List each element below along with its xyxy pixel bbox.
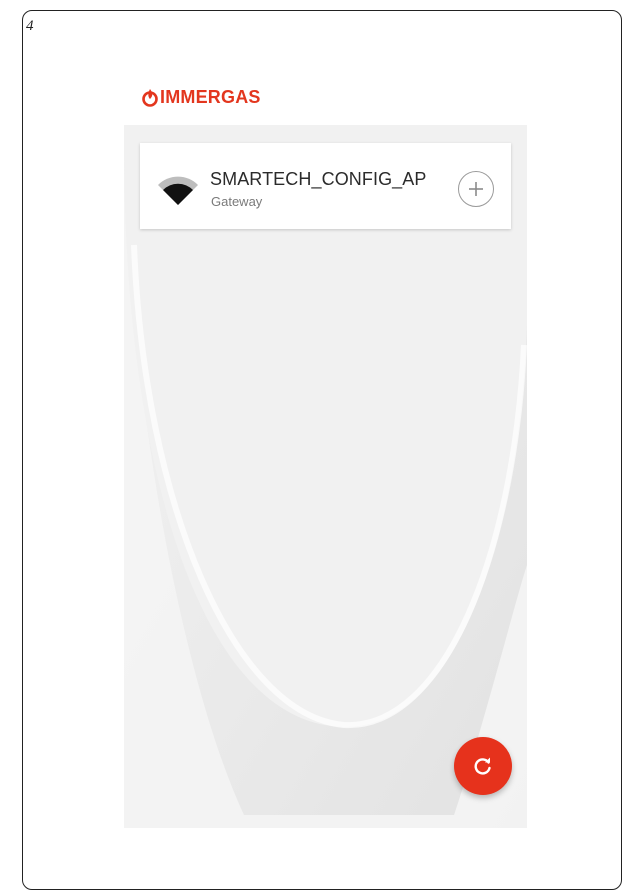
add-device-button[interactable]: [458, 171, 494, 207]
immergas-logo: IMMERGAS: [142, 86, 261, 108]
device-name: SMARTECH_CONFIG_AP: [210, 169, 427, 189]
wifi-signal-icon: [158, 176, 198, 205]
flame-logo-icon: [142, 89, 158, 107]
brand-name: IMMERGAS: [160, 86, 261, 107]
refresh-button[interactable]: [454, 737, 512, 795]
device-list-item[interactable]: SMARTECH_CONFIG_AP Gateway: [140, 143, 511, 229]
background-swoosh: [124, 125, 527, 828]
refresh-icon: [474, 757, 491, 775]
app-screen: SMARTECH_CONFIG_AP Gateway: [124, 125, 527, 828]
device-type: Gateway: [211, 194, 263, 209]
page-number: 4: [26, 18, 34, 34]
add-icon: [469, 182, 483, 196]
